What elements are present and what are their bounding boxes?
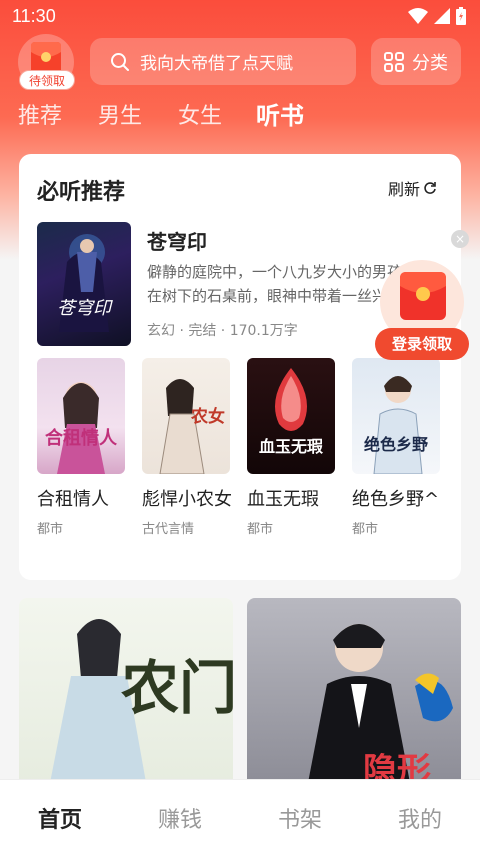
book-title: 血玉无瑕 <box>247 489 319 510</box>
featured-cover-text: 苍穹印 <box>57 298 113 319</box>
status-bar: 11:30 <box>0 0 480 34</box>
featured-book-meta: 玄幻 · 完结 · 170.1万字 <box>147 323 298 339</box>
featured-book-cover[interactable]: 苍穹印 <box>37 222 131 346</box>
category-label: 分类 <box>412 52 448 74</box>
book-cover-art: 绝色乡野 <box>364 376 428 474</box>
section-title: 必听推荐 <box>37 180 126 205</box>
book-genre: 都市 <box>37 522 64 537</box>
tab-female[interactable]: 女生 <box>178 98 222 130</box>
refresh-label: 刷新 <box>387 180 420 199</box>
book-genre: 都市 <box>247 522 274 537</box>
book-cover-art: 合租情人 <box>45 382 118 474</box>
book-cover: 合租情人 <box>37 358 125 474</box>
book-cover: 绝色乡野 <box>352 358 440 474</box>
grid-icon <box>384 51 404 72</box>
category-button[interactable]: 分类 <box>371 38 461 85</box>
close-reward-button[interactable]: × <box>451 230 469 248</box>
bottom-nav: 首页 赚钱 书架 我的 <box>0 779 480 853</box>
featured-cover-art: 苍穹印 <box>57 234 113 332</box>
book-large-cover-art: 隐形 <box>307 624 453 788</box>
search-input[interactable]: 我向大帝借了点天赋 <box>90 38 356 85</box>
channel-tabs: 推荐 男生 女生 听书 <box>0 96 480 136</box>
nav-home[interactable]: 首页 <box>25 802 95 834</box>
featured-book-description: 僻静的庭院中，一个八九岁大小的男孩坐在树下的石桌前，眼神中带着一丝兴奋 <box>147 263 417 305</box>
status-icons <box>408 7 466 25</box>
book-genre: 古代言情 <box>142 522 195 537</box>
book-cover: 血玉无瑕 <box>247 358 335 474</box>
book-cover-art: 血玉无瑕 <box>259 368 324 456</box>
book-title: 彪悍小农女 <box>142 489 232 510</box>
featured-book-title[interactable]: 苍穹印 <box>147 226 207 255</box>
battery-icon <box>456 7 466 25</box>
tab-audiobook[interactable]: 听书 <box>256 96 304 131</box>
book-cover-text: 农女 <box>190 406 225 427</box>
book-large-cover-art: 农门 <box>49 619 233 788</box>
login-reward-button[interactable]: 登录领取 <box>375 328 469 360</box>
book-title: 绝色乡野^ <box>352 489 440 510</box>
tab-male[interactable]: 男生 <box>98 98 142 130</box>
status-time: 11:30 <box>12 6 56 26</box>
book-cover: 农女 <box>142 358 230 474</box>
search-placeholder: 我向大帝借了点天赋 <box>140 54 293 74</box>
book-item[interactable]: 绝色乡野 绝色乡野^ 都市 <box>352 358 442 537</box>
tab-recommend[interactable]: 推荐 <box>18 98 62 130</box>
book-cover-text: 绝色乡野 <box>364 435 428 454</box>
book-item[interactable]: 农女 彪悍小农女 古代言情 <box>142 358 232 537</box>
signal-icon <box>434 8 450 24</box>
book-large-cover[interactable]: 隐形 <box>247 598 461 788</box>
book-title: 合租情人 <box>37 489 109 510</box>
book-cover-text: 合租情人 <box>45 427 118 449</box>
book-cover-art: 农女 <box>159 379 225 474</box>
book-large-cover-text: 农门 <box>121 654 233 722</box>
book-cover-text: 血玉无瑕 <box>259 437 324 456</box>
wifi-icon <box>408 8 428 24</box>
refresh-button[interactable]: 刷新 <box>388 176 437 200</box>
book-genre: 都市 <box>352 522 379 537</box>
gift-label[interactable]: 待领取 <box>19 70 75 90</box>
red-envelope-icon <box>400 272 446 320</box>
book-item[interactable]: 血玉无瑕 血玉无瑕 都市 <box>247 358 337 537</box>
nav-profile[interactable]: 我的 <box>385 802 455 834</box>
search-icon <box>111 52 129 71</box>
refresh-icon <box>424 182 436 194</box>
recommend-card: 必听推荐 刷新 苍穹印 苍穹印 僻静的庭院中，一个八九岁大小的男孩坐在树下的石桌… <box>19 154 461 580</box>
nav-bookshelf[interactable]: 书架 <box>265 802 335 834</box>
nav-earn[interactable]: 赚钱 <box>145 802 215 834</box>
book-item[interactable]: 合租情人 合租情人 都市 <box>37 358 127 537</box>
book-large-cover[interactable]: 农门 <box>19 598 233 788</box>
